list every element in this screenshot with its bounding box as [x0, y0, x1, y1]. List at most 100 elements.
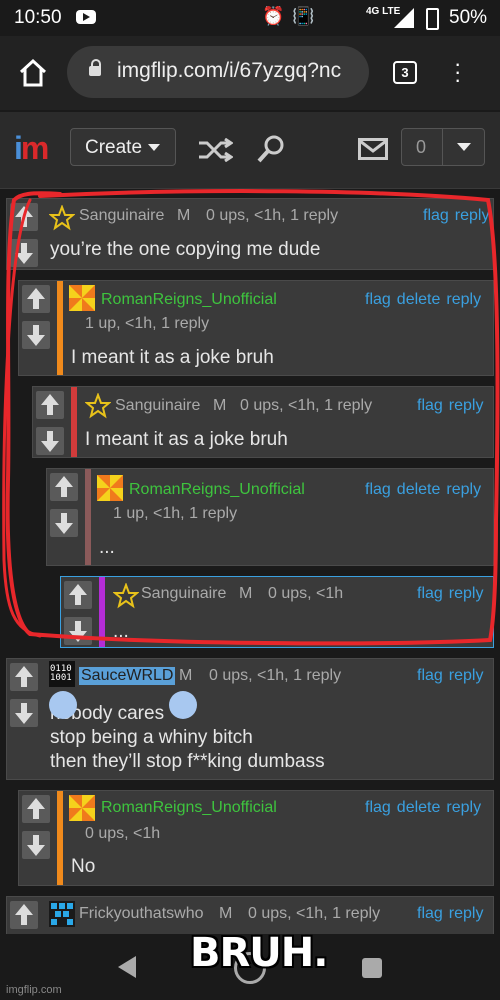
comment-actions: flag delete reply: [359, 799, 481, 817]
create-button[interactable]: Create: [70, 128, 176, 166]
recents-icon[interactable]: [362, 958, 382, 978]
upvote-button[interactable]: [64, 581, 92, 609]
comment-text: ...: [99, 537, 115, 558]
flag-link[interactable]: flag: [417, 585, 443, 602]
address-bar[interactable]: imgflip.com/i/67yzgq?nc: [67, 46, 369, 98]
watermark: imgflip.com: [6, 984, 62, 996]
thread-stripe: [71, 387, 77, 457]
reply-link[interactable]: reply: [449, 667, 484, 684]
downvote-button[interactable]: [50, 509, 78, 537]
comment-meta: 1 up, <1h, 1 reply: [85, 315, 210, 332]
comment: Sanguinaire M 0 ups, <1h, 1 reply flag re…: [6, 198, 494, 270]
svg-text:1001: 1001: [50, 673, 72, 683]
downvote-button[interactable]: [10, 239, 38, 267]
upvote-button[interactable]: [10, 663, 38, 691]
sunburst-avatar-icon: [69, 285, 95, 311]
comment-username[interactable]: RomanReigns_Unofficial: [101, 799, 277, 817]
binary-avatar-icon: 01101001: [49, 661, 75, 687]
comment-username[interactable]: SauceWRLD: [79, 667, 176, 685]
comment-username[interactable]: Sanguinaire: [141, 585, 226, 603]
delete-link[interactable]: delete: [397, 481, 441, 498]
search-icon[interactable]: [256, 134, 286, 164]
notifications-dropdown[interactable]: 0: [401, 128, 485, 166]
vote-controls: [33, 387, 67, 457]
reply-link[interactable]: reply: [449, 905, 484, 922]
reply-link[interactable]: reply: [446, 481, 481, 498]
flag-link[interactable]: flag: [417, 667, 443, 684]
star-avatar-icon: [49, 205, 75, 231]
comment-actions: flag reply: [417, 207, 489, 225]
downvote-button[interactable]: [10, 699, 38, 727]
reply-link[interactable]: reply: [446, 291, 481, 308]
create-label: Create: [85, 137, 143, 158]
meme-caption: BRUH.: [190, 930, 328, 976]
status-icons: ⏰📳: [262, 6, 323, 26]
comment-username[interactable]: RomanReigns_Unofficial: [129, 481, 305, 499]
selection-handle-left[interactable]: [49, 691, 77, 719]
downvote-button[interactable]: [22, 321, 50, 349]
notification-count: 0: [416, 137, 427, 157]
comment: RomanReigns_Unofficial flag delete reply 0…: [18, 790, 494, 886]
flag-link[interactable]: flag: [365, 291, 391, 308]
flag-link[interactable]: flag: [423, 207, 449, 224]
mod-badge: M: [239, 585, 253, 602]
tab-switcher-button[interactable]: 3: [393, 61, 417, 84]
upvote-button[interactable]: [10, 901, 38, 929]
comment-text: I meant it as a joke bruh: [85, 429, 288, 450]
vote-controls: [19, 791, 53, 885]
upvote-button[interactable]: [50, 473, 78, 501]
upvote-button[interactable]: [36, 391, 64, 419]
flag-link[interactable]: flag: [365, 799, 391, 816]
vote-controls: [61, 577, 95, 647]
downvote-button[interactable]: [64, 617, 92, 645]
url-text[interactable]: imgflip.com/i/67yzgq?nc: [117, 59, 361, 83]
reply-link[interactable]: reply: [455, 207, 490, 224]
flag-link[interactable]: flag: [365, 481, 391, 498]
mod-badge: M: [177, 207, 191, 224]
comment-meta: 0 ups, <1h, 1 reply: [248, 905, 381, 922]
comment-actions: flag reply: [411, 905, 483, 923]
reply-link[interactable]: reply: [446, 799, 481, 816]
upvote-button[interactable]: [10, 203, 38, 231]
flag-link[interactable]: flag: [417, 397, 443, 414]
home-icon[interactable]: [18, 58, 48, 88]
vote-controls: [7, 659, 41, 779]
comment-username[interactable]: Sanguinaire: [79, 207, 164, 225]
back-icon[interactable]: [118, 956, 136, 978]
youtube-icon: [76, 10, 96, 24]
vote-controls: [7, 199, 41, 269]
clock: 10:50: [14, 7, 62, 28]
comment: Sanguinaire M 0 ups, <1h, 1 reply flag re…: [32, 386, 494, 458]
lock-icon: [89, 59, 101, 76]
star-avatar-icon: [85, 393, 111, 419]
upvote-button[interactable]: [22, 795, 50, 823]
sunburst-avatar-icon: [97, 475, 123, 501]
imgflip-logo[interactable]: im: [14, 130, 49, 167]
browser-toolbar: imgflip.com/i/67yzgq?nc 3 · · ·: [0, 36, 500, 110]
thread-stripe: [57, 791, 63, 885]
upvote-button[interactable]: [22, 285, 50, 313]
reply-link[interactable]: reply: [449, 585, 484, 602]
selection-handle-right[interactable]: [169, 691, 197, 719]
downvote-button[interactable]: [36, 427, 64, 455]
reply-link[interactable]: reply: [449, 397, 484, 414]
vote-controls: [47, 469, 81, 565]
shuffle-icon[interactable]: [197, 138, 233, 162]
flag-link[interactable]: flag: [417, 905, 443, 922]
star-avatar-icon: [113, 583, 139, 609]
browser-menu-icon[interactable]: · · ·: [454, 53, 461, 91]
comment-actions: flag delete reply: [359, 481, 481, 499]
comment-username[interactable]: Frickyouthatswho: [79, 905, 204, 923]
comment: Sanguinaire M 0 ups, <1h flag reply ...: [60, 576, 494, 648]
chevron-down-icon: [457, 143, 471, 151]
comment-text: I meant it as a joke bruh: [71, 347, 274, 368]
comment-username[interactable]: RomanReigns_Unofficial: [101, 291, 277, 309]
downvote-button[interactable]: [22, 831, 50, 859]
comment-meta: 0 ups, <1h, 1 reply: [209, 667, 342, 684]
mail-icon[interactable]: [358, 138, 388, 160]
comment-actions: flag reply: [411, 667, 483, 685]
delete-link[interactable]: delete: [397, 291, 441, 308]
comment: 0110 1001 SauceWRLD M 0 ups, <1h, 1 reply…: [6, 658, 494, 780]
comment-username[interactable]: Sanguinaire: [115, 397, 200, 415]
delete-link[interactable]: delete: [397, 799, 441, 816]
